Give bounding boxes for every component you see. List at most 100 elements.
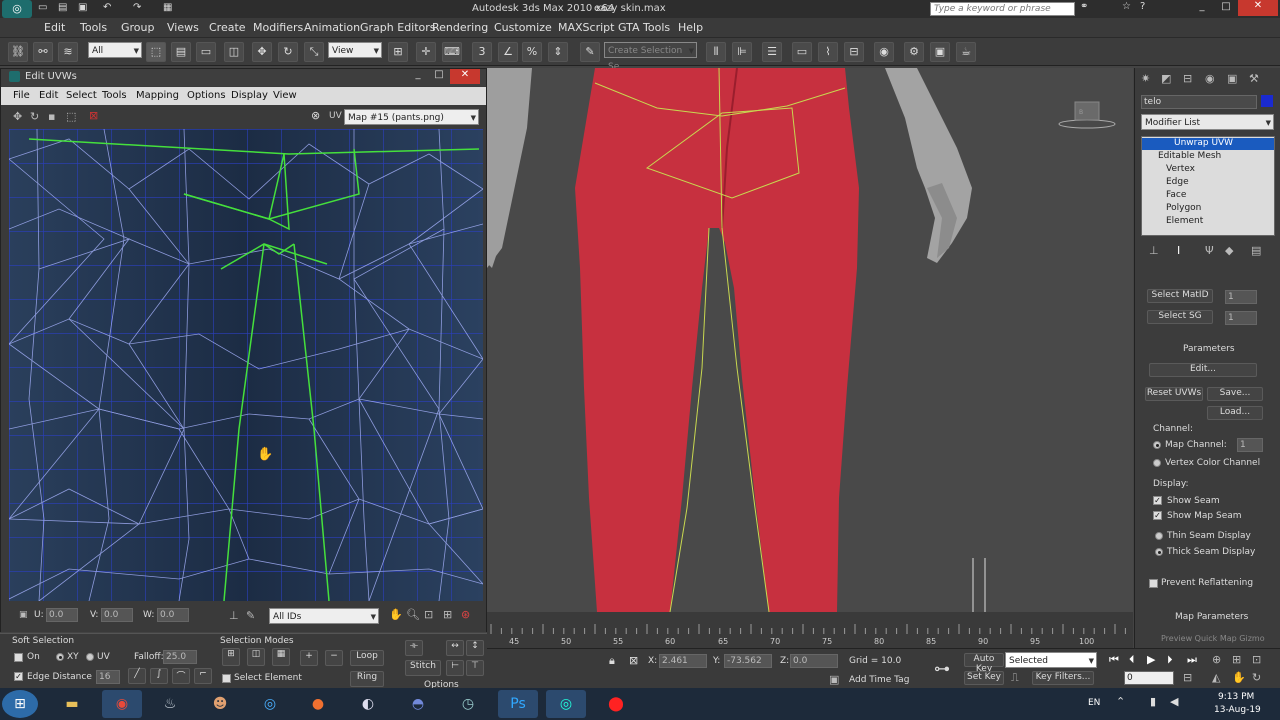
uvw-mirror-icon[interactable]: ⊠ — [89, 109, 98, 122]
map-channel-radio[interactable] — [1153, 441, 1161, 449]
language-indicator[interactable]: EN — [1088, 698, 1100, 708]
time-slider-track[interactable]: 45 50 55 60 65 70 75 80 85 90 95 100 — [487, 612, 1137, 648]
stack-item-vertex[interactable]: Vertex — [1166, 164, 1195, 174]
snap-icon[interactable]: ⊛ — [461, 608, 470, 621]
menu-maxscript[interactable]: MAXScript — [558, 21, 614, 34]
w-field[interactable]: 0.0 — [157, 608, 189, 622]
select-sg-button[interactable]: Select SG — [1147, 310, 1213, 324]
menu-group[interactable]: Group — [121, 21, 155, 34]
configure-sets-icon[interactable]: ▤ — [1251, 244, 1261, 257]
render-setup-icon[interactable]: ⚙ — [904, 42, 924, 62]
rotate-icon[interactable]: ↻ — [278, 42, 298, 62]
ring-button[interactable]: Ring — [350, 671, 384, 687]
hierarchy-tab-icon[interactable]: ⊟ — [1183, 72, 1192, 85]
menu-rendering[interactable]: Rendering — [432, 21, 488, 34]
maximize-button[interactable]: □ — [1214, 1, 1238, 15]
photoshop-icon[interactable]: Ps — [498, 690, 538, 718]
break-button[interactable]: ⊢ — [446, 660, 464, 676]
discord-icon[interactable]: ◓ — [398, 690, 438, 718]
percent-snap-icon[interactable]: % — [522, 42, 542, 62]
stack-item-edge[interactable]: Edge — [1166, 177, 1189, 187]
material-editor-icon[interactable]: ◉ — [874, 42, 894, 62]
search-input[interactable]: Type a keyword or phrase — [930, 2, 1075, 16]
app-headset-icon[interactable]: ◷ — [448, 690, 488, 718]
clock-time[interactable]: 9:13 PM — [1218, 692, 1254, 702]
explorer-icon[interactable]: ▬ — [52, 690, 92, 718]
uvw-mode-label[interactable]: UV — [329, 111, 342, 121]
pivot-icon[interactable]: ⊞ — [388, 42, 408, 62]
stack-item-polygon[interactable]: Polygon — [1166, 203, 1201, 213]
orbit-icon[interactable]: ↻ — [1252, 671, 1261, 684]
select-element-checkbox[interactable] — [222, 674, 231, 683]
move-icon[interactable]: ✥ — [252, 42, 272, 62]
layer-manager-icon[interactable]: ☰ — [762, 42, 782, 62]
minimize-button[interactable]: _ — [1190, 1, 1214, 15]
pin-stack-icon[interactable]: ⊥ — [1149, 244, 1159, 257]
map-channel-field[interactable]: 1 — [1237, 438, 1263, 452]
chrome-icon[interactable]: ◉ — [102, 690, 142, 718]
uvw-menu-view[interactable]: View — [273, 90, 297, 101]
absolute-mode-icon[interactable]: ⊠ — [629, 654, 638, 667]
set-key-button[interactable]: Set Key — [964, 671, 1004, 685]
grow-button[interactable]: + — [300, 650, 318, 666]
stitch-button[interactable]: Stitch — [405, 660, 441, 676]
edge-mode-button[interactable]: ◫ — [247, 648, 265, 666]
pan-icon[interactable]: ✋ — [389, 608, 403, 621]
mirror-icon[interactable]: ⫴ — [706, 42, 726, 62]
uvw-menu-options[interactable]: Options — [187, 90, 226, 101]
select-matid-button[interactable]: Select MatID — [1147, 289, 1213, 303]
uvw-maximize-button[interactable]: □ — [429, 69, 449, 80]
close-button[interactable]: ✕ — [1238, 0, 1278, 16]
thin-seam-radio[interactable] — [1155, 532, 1163, 540]
next-frame-icon[interactable]: ⏵ — [1167, 653, 1173, 667]
uv-editor-canvas[interactable]: ✋ — [9, 129, 483, 601]
zoom-all-icon[interactable]: ⊞ — [1232, 653, 1241, 666]
angle-snap-icon[interactable]: ∠ — [498, 42, 518, 62]
edge-distance-checkbox[interactable]: ✓ — [14, 672, 23, 681]
zoom-extents-icon[interactable]: ⊞ — [443, 608, 452, 621]
uvw-rotate-icon[interactable]: ↻ — [30, 110, 39, 123]
uvw-move-icon[interactable]: ✥ — [13, 110, 22, 123]
field-of-view-icon[interactable]: ◭ — [1212, 671, 1220, 684]
falloff-fast-button[interactable]: ⌐ — [194, 668, 212, 684]
select-object-icon[interactable]: ⬚ — [146, 42, 166, 62]
stack-item-unwrap-uvw[interactable]: Unwrap UVW — [1142, 138, 1274, 150]
modifier-list-dropdown[interactable]: Modifier List — [1141, 114, 1274, 131]
schematic-view-icon[interactable]: ⊟ — [844, 42, 864, 62]
go-to-start-icon[interactable]: ⏮ — [1109, 653, 1119, 667]
3dsmax-taskbar-icon[interactable]: ◎ — [546, 690, 586, 718]
create-tab-icon[interactable]: ✷ — [1141, 72, 1150, 85]
menu-gta-tools[interactable]: GTA Tools — [618, 21, 670, 34]
z-coord-field[interactable]: 0.0 — [790, 654, 838, 668]
checker-icon[interactable]: ⊗ — [311, 109, 320, 122]
select-manipulate-icon[interactable]: ✛ — [416, 42, 436, 62]
spinner-snap-icon[interactable]: ⇕ — [548, 42, 568, 62]
menu-customize[interactable]: Customize — [494, 21, 552, 34]
show-seam-checkbox[interactable]: ✓ — [1153, 496, 1162, 505]
app-logo-icon[interactable]: ◎ — [2, 0, 32, 18]
edit-button[interactable]: Edit... — [1149, 363, 1257, 377]
menu-modifiers[interactable]: Modifiers — [253, 21, 303, 34]
lock-selection-icon[interactable]: ▣ — [19, 610, 28, 620]
uvw-menu-select[interactable]: Select — [66, 90, 97, 101]
pan-view-icon[interactable]: ✋ — [1232, 671, 1246, 684]
show-map-seam-checkbox[interactable]: ✓ — [1153, 511, 1162, 520]
zoom-extents-all-icon[interactable]: ⊡ — [1252, 653, 1261, 666]
graphite-ribbon-icon[interactable]: ▭ — [792, 42, 812, 62]
falloff-field[interactable]: 25.0 — [163, 650, 197, 664]
auto-key-button[interactable]: Auto Key — [964, 653, 1004, 674]
binoculars-icon[interactable]: ⚭ — [1080, 1, 1088, 12]
remove-modifier-icon[interactable]: ◆ — [1225, 244, 1233, 257]
redo-icon[interactable]: ↷ — [133, 2, 141, 13]
network-icon[interactable]: ▮ — [1150, 695, 1156, 708]
window-crossing-icon[interactable]: ◫ — [224, 42, 244, 62]
recorder-icon[interactable]: ⬤ — [596, 690, 636, 718]
lock-selection-icon[interactable]: 🔒︎ — [609, 654, 615, 668]
thick-seam-radio[interactable] — [1155, 548, 1163, 556]
shrink-button[interactable]: − — [325, 650, 343, 666]
make-unique-icon[interactable]: Ψ — [1205, 244, 1214, 257]
project-icon[interactable]: ▦ — [163, 2, 172, 13]
open-icon[interactable]: ▤ — [58, 2, 67, 13]
uvw-scale-icon[interactable]: ▪ — [48, 110, 55, 123]
align-horizontal-button[interactable]: ⟛ — [405, 640, 423, 656]
